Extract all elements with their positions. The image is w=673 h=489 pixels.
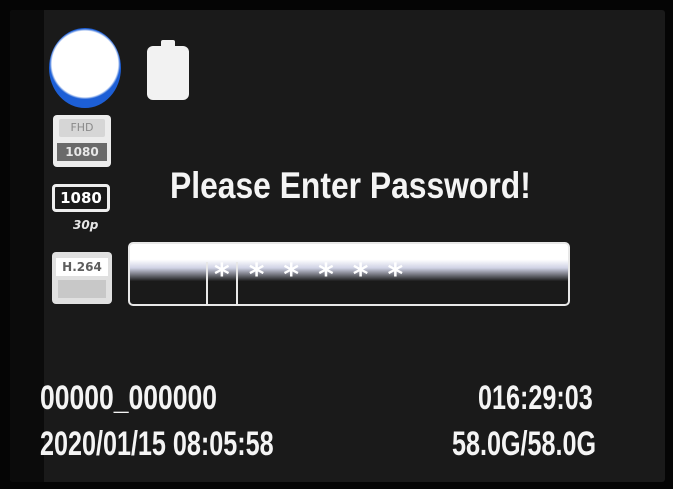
date-time: 2020/01/15 08:05:58	[40, 425, 274, 463]
codec-icon: H.264	[52, 252, 112, 304]
camera-mode-icon	[49, 28, 121, 108]
framerate-icon: 1080	[52, 184, 110, 212]
resolution-icon: FHD 1080	[53, 115, 111, 167]
framerate-sub-label: 30p	[73, 218, 99, 232]
codec-icon-fill	[58, 280, 106, 298]
password-mask: ******	[214, 258, 423, 293]
file-name: 00000_000000	[40, 379, 217, 417]
password-prompt: Please Enter Password!	[170, 165, 531, 206]
password-input[interactable]: ******	[128, 242, 570, 306]
battery-body	[147, 46, 189, 100]
resolution-label: 1080	[57, 143, 107, 161]
battery-full-icon	[147, 40, 189, 100]
storage-capacity: 58.0G/58.0G	[452, 425, 597, 463]
recording-time: 016:29:03	[478, 379, 593, 417]
codec-label: H.264	[56, 258, 108, 276]
resolution-top-label: FHD	[59, 119, 105, 137]
screen-shadow-edge	[10, 10, 44, 482]
